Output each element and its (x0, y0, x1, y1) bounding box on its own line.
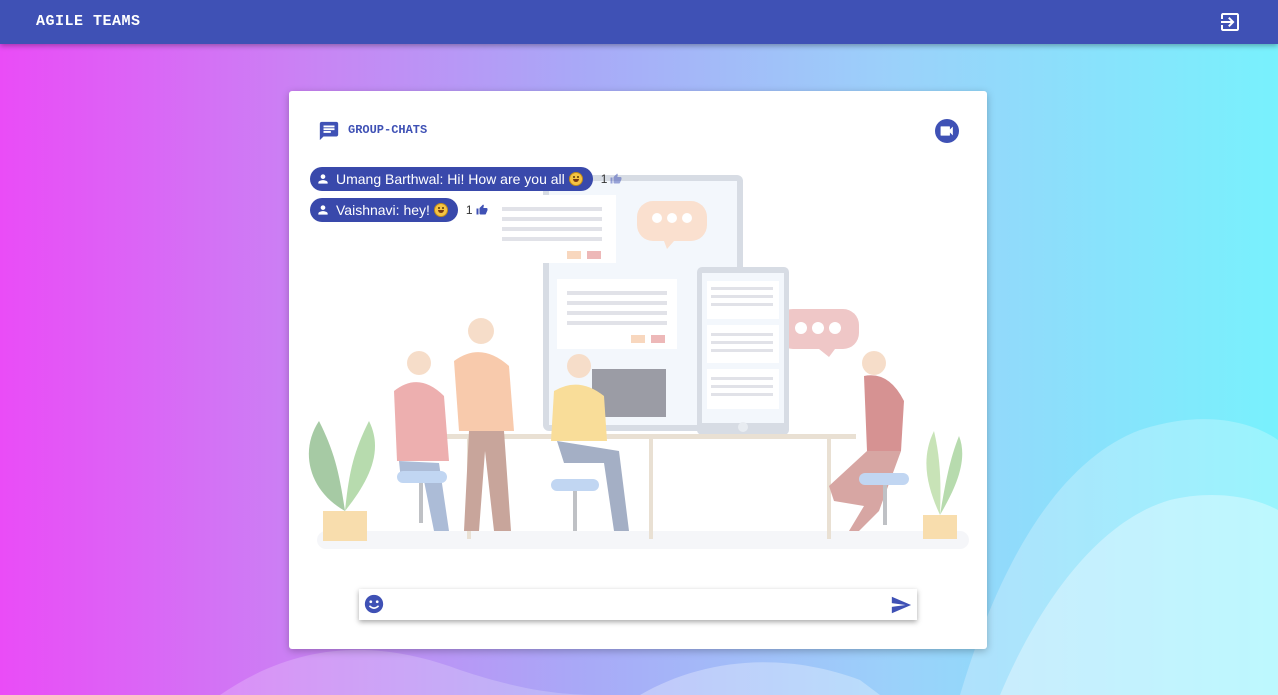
video-call-button[interactable] (935, 119, 959, 143)
app-title: AGILE TEAMS (36, 13, 141, 30)
chat-message: Vaishnavi: hey! 1 (310, 198, 488, 222)
message-text: Vaishnavi: hey! (336, 202, 430, 218)
top-app-bar: AGILE TEAMS (0, 0, 1278, 44)
thumb-up-icon (476, 204, 488, 215)
send-icon (891, 596, 912, 614)
emoji-icon (364, 594, 384, 614)
logout-icon (1221, 13, 1239, 31)
like-button[interactable]: 1 (466, 203, 488, 217)
chat-icon (318, 120, 340, 142)
chat-title: GROUP-CHATS (348, 123, 428, 137)
thumb-up-icon (610, 173, 622, 184)
message-text: Umang Barthwal: Hi! How are you all (336, 171, 565, 187)
message-input[interactable] (393, 592, 877, 618)
like-button[interactable]: 1 (601, 172, 623, 186)
grinning-face-emoji (433, 203, 448, 217)
send-button[interactable] (890, 594, 912, 616)
message-composer (359, 589, 917, 620)
grinning-face-emoji (568, 172, 583, 186)
message-bubble: Umang Barthwal: Hi! How are you all (310, 167, 593, 191)
person-icon (318, 174, 328, 184)
group-chat-card: GROUP-CHATS Umang Barthwal: Hi! How are … (289, 91, 987, 649)
video-call-icon (940, 126, 953, 136)
like-count: 1 (465, 203, 473, 217)
message-bubble: Vaishnavi: hey! (310, 198, 458, 222)
logout-button[interactable] (1218, 10, 1242, 34)
chat-message: Umang Barthwal: Hi! How are you all 1 (310, 167, 622, 191)
person-icon (318, 205, 328, 215)
emoji-button[interactable] (363, 593, 385, 615)
like-count: 1 (600, 172, 608, 186)
